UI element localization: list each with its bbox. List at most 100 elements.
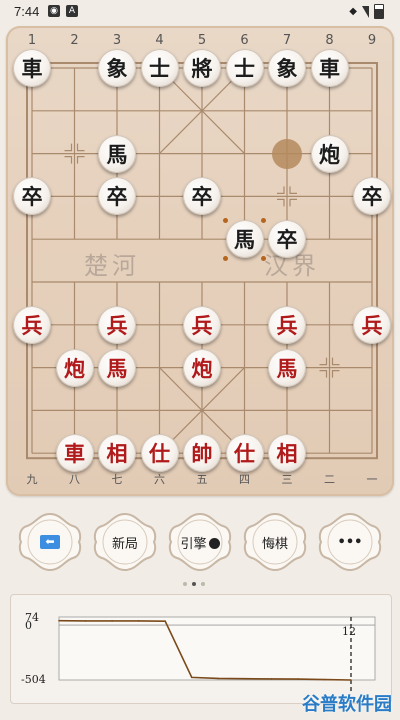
red-piece[interactable]: 馬 xyxy=(98,348,136,387)
signal-icon xyxy=(362,5,369,18)
evaluation-point xyxy=(58,619,60,622)
black-piece[interactable]: 卒 xyxy=(268,220,306,259)
file-number-top: 5 xyxy=(197,33,207,48)
black-piece[interactable]: 象 xyxy=(98,49,136,87)
evaluation-chart: 74 0 -504 12 xyxy=(10,594,392,704)
black-piece[interactable]: 將 xyxy=(183,49,221,87)
page-indicator xyxy=(183,582,205,586)
red-piece[interactable]: 兵 xyxy=(98,305,136,344)
board-grid xyxy=(26,62,378,460)
file-number-bottom: 二 xyxy=(324,473,335,486)
evaluation-point xyxy=(190,676,193,679)
file-number-top: 6 xyxy=(240,33,249,48)
red-piece[interactable]: 仕 xyxy=(140,434,179,473)
status-time: 7:44 xyxy=(14,4,40,19)
new-game-button[interactable]: 新局 xyxy=(90,510,160,574)
red-piece[interactable]: 仕 xyxy=(225,434,264,473)
more-button[interactable]: ••• xyxy=(315,510,385,574)
black-piece[interactable]: 士 xyxy=(225,49,264,87)
red-piece[interactable]: 兵 xyxy=(268,305,306,344)
position-marker xyxy=(319,370,328,378)
position-marker xyxy=(76,156,85,164)
red-piece[interactable]: 相 xyxy=(98,434,136,473)
status-indicators: ◆ xyxy=(349,4,384,19)
black-piece[interactable]: 車 xyxy=(310,49,349,87)
y-tick-zero: 0 xyxy=(25,619,32,632)
file-number-bottom: 五 xyxy=(196,473,208,486)
back-button[interactable]: ⬅ xyxy=(15,510,85,574)
position-marker xyxy=(277,186,285,194)
new-game-label: 新局 xyxy=(111,536,138,552)
black-piece[interactable]: 炮 xyxy=(310,134,349,173)
file-number-bottom: 三 xyxy=(281,473,293,486)
evaluation-plot xyxy=(58,616,376,692)
last-move-marker xyxy=(272,138,302,169)
red-piece[interactable]: 炮 xyxy=(183,348,221,387)
selection-corner xyxy=(223,217,228,223)
red-piece[interactable]: 帥 xyxy=(183,434,221,473)
position-marker xyxy=(76,143,85,152)
red-piece[interactable]: 相 xyxy=(268,434,306,473)
app-notification-icon: A xyxy=(66,5,78,17)
red-piece[interactable]: 兵 xyxy=(353,305,391,344)
red-piece[interactable]: 兵 xyxy=(183,305,221,344)
black-piece[interactable]: 車 xyxy=(13,49,51,87)
black-piece[interactable]: 士 xyxy=(140,49,179,87)
evaluation-point xyxy=(270,678,273,680)
file-number-bottom: 四 xyxy=(239,473,250,486)
evaluation-point xyxy=(111,620,113,622)
x-marker-label: 12 xyxy=(342,625,356,638)
black-piece[interactable]: 馬 xyxy=(225,220,264,259)
file-number-top: 1 xyxy=(27,33,37,48)
file-number-top: 2 xyxy=(70,33,79,48)
undo-label: 悔棋 xyxy=(261,536,288,552)
black-piece[interactable]: 馬 xyxy=(98,134,136,173)
evaluation-point xyxy=(137,620,140,622)
file-number-top: 8 xyxy=(325,33,334,48)
evaluation-point xyxy=(217,677,220,680)
engine-text: 引擎 xyxy=(180,536,207,552)
selection-corner xyxy=(261,255,266,261)
evaluation-point xyxy=(84,620,87,622)
file-number-top: 4 xyxy=(155,33,164,48)
engine-status-icon xyxy=(208,537,220,549)
red-piece[interactable]: 炮 xyxy=(55,348,94,387)
file-number-top: 3 xyxy=(112,33,122,48)
position-marker xyxy=(331,357,340,366)
watermark-logo: 谷普软件园 xyxy=(302,694,392,715)
back-arrow-icon: ⬅ xyxy=(40,535,60,549)
engine-label: 引擎 xyxy=(180,533,220,552)
battery-icon xyxy=(374,4,384,19)
selection-corner xyxy=(261,217,266,223)
evaluation-point xyxy=(297,678,299,680)
status-bar: 7:44 ◉ A ◆ xyxy=(0,0,400,24)
position-marker xyxy=(331,370,340,378)
wifi-icon: ◆ xyxy=(349,6,357,17)
river-label-chu: 楚河 xyxy=(84,252,140,280)
position-marker xyxy=(64,156,73,164)
file-number-top: 7 xyxy=(282,33,292,48)
xiangqi-board[interactable]: 123456789 九八七六五四三二一 楚河 汉界 車象士將士象車馬炮卒卒卒卒馬… xyxy=(6,26,394,496)
selection-corner xyxy=(223,255,228,261)
file-number-top: 9 xyxy=(367,33,377,48)
more-dots-icon: ••• xyxy=(337,534,363,550)
page-dot xyxy=(201,582,205,586)
position-marker xyxy=(289,186,297,194)
engine-button[interactable]: 引擎 xyxy=(165,510,235,574)
position-marker xyxy=(64,143,73,152)
undo-button[interactable]: 悔棋 xyxy=(240,510,310,574)
black-piece[interactable]: 象 xyxy=(268,49,306,87)
red-piece[interactable]: 兵 xyxy=(13,305,51,344)
evaluation-point xyxy=(323,678,326,681)
position-marker xyxy=(289,198,297,207)
plot-frame xyxy=(58,616,376,681)
file-number-bottom: 八 xyxy=(69,473,80,486)
file-number-bottom: 七 xyxy=(111,473,123,486)
page-dot xyxy=(183,582,187,586)
red-piece[interactable]: 馬 xyxy=(268,348,306,387)
position-marker xyxy=(319,357,328,366)
page-dot-active xyxy=(192,582,196,586)
evaluation-point xyxy=(164,620,166,622)
file-number-bottom: 六 xyxy=(154,473,165,486)
red-piece[interactable]: 車 xyxy=(55,434,94,473)
